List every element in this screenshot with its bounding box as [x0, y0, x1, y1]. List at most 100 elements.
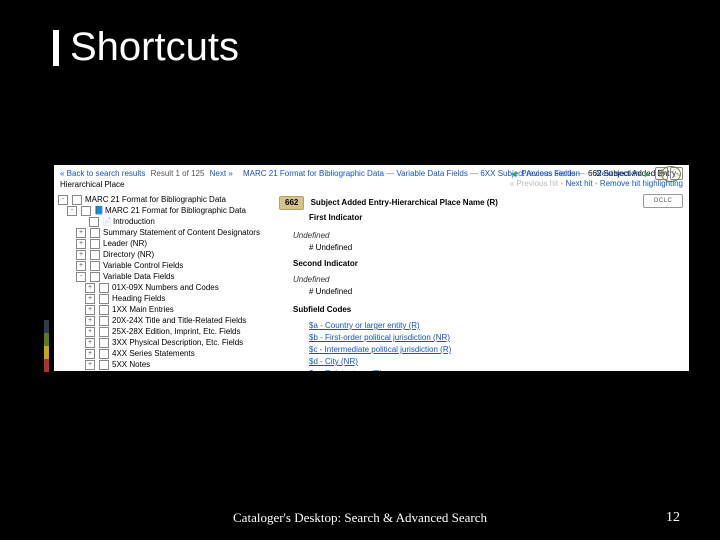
checkbox[interactable] — [72, 195, 82, 205]
collapse-icon[interactable]: - — [58, 195, 68, 205]
expand-icon[interactable]: + — [76, 250, 86, 260]
tree-node[interactable]: + Variable Control Fields — [58, 260, 273, 271]
checkbox[interactable] — [99, 316, 109, 326]
tree-node[interactable]: +3XX Physical Description, Etc. Fields — [58, 337, 273, 348]
tree-label: 4XX Series Statements — [112, 348, 195, 359]
tree-label: 3XX Physical Description, Etc. Fields — [112, 337, 243, 348]
subfield-link[interactable]: $e - Relator term (R) — [309, 368, 683, 371]
tree-node[interactable]: - Variable Data Fields — [58, 271, 273, 282]
next-hit-link[interactable]: Next hit — [565, 179, 592, 188]
tree-label: Heading Fields — [112, 293, 165, 304]
field-tag: 662 — [279, 196, 304, 210]
bc-seg-0[interactable]: MARC 21 Format for Bibliographic Data — [243, 169, 384, 178]
checkbox[interactable] — [99, 327, 109, 337]
second-indicator-label: Second Indicator — [293, 258, 683, 270]
tree-node[interactable]: + Heading Fields — [58, 293, 273, 304]
expand-icon[interactable]: + — [76, 228, 86, 238]
tree-label: 1XX Main Entries — [112, 304, 174, 315]
field-heading: Subject Added Entry-Hierarchical Place N… — [311, 198, 498, 207]
back-to-results-link[interactable]: « Back to search results — [60, 169, 145, 178]
second-undefined-line: # Undefined — [309, 286, 683, 298]
record-content: OCLC 662 Subject Added Entry-Hierarchica… — [273, 194, 689, 371]
second-undefined: Undefined — [293, 274, 683, 286]
first-undefined-line: # Undefined — [309, 242, 683, 254]
app-screenshot: « Back to search results Result 1 of 125… — [54, 165, 689, 371]
collapse-icon[interactable]: - — [67, 206, 77, 216]
subfield-link[interactable]: $d - City (NR) — [309, 356, 683, 368]
tree-node[interactable]: 📄Introduction — [58, 216, 273, 227]
checkbox[interactable] — [99, 349, 109, 359]
tree-node[interactable]: - 📘MARC 21 Format for Bibliographic Data — [58, 205, 273, 216]
tree-label: MARC 21 Format for Bibliographic Data — [105, 205, 246, 216]
tree-node[interactable]: +5XX Notes — [58, 359, 273, 370]
tree-node[interactable]: + Leader (NR) — [58, 238, 273, 249]
tree-label: 5XX Notes — [112, 359, 150, 370]
tree-node[interactable]: +4XX Series Statements — [58, 348, 273, 359]
tree-label: Introduction — [113, 216, 155, 227]
tree-node[interactable]: +01X-09X Numbers and Codes — [58, 282, 273, 293]
slide-number: 12 — [666, 510, 680, 526]
next-section-link[interactable]: Next section — [596, 169, 640, 178]
checkbox[interactable] — [90, 250, 100, 260]
subfield-link[interactable]: $c - Intermediate political jurisdiction… — [309, 344, 683, 356]
expand-icon[interactable]: + — [85, 294, 95, 304]
prev-section-link[interactable]: Previous section — [521, 169, 580, 178]
expand-icon[interactable]: + — [85, 338, 95, 348]
tree-label: Directory (NR) — [103, 249, 154, 260]
tree-label: 25X-28X Edition, Imprint, Etc. Fields — [112, 326, 241, 337]
checkbox[interactable] — [99, 305, 109, 315]
remove-highlight-link[interactable]: Remove hit highlighting — [600, 179, 683, 188]
checkbox[interactable] — [81, 206, 91, 216]
node-icon: 📘 — [94, 206, 103, 215]
tree-label: Summary Statement of Content Designators — [103, 227, 260, 238]
expand-icon[interactable]: + — [76, 239, 86, 249]
tree-node[interactable]: +1XX Main Entries — [58, 304, 273, 315]
tree-label: Leader (NR) — [103, 238, 147, 249]
tree-node[interactable]: + Directory (NR) — [58, 249, 273, 260]
first-undefined: Undefined — [293, 230, 683, 242]
prev-section-icon[interactable]: ◄ — [508, 168, 519, 179]
prev-hit: « Previous hit — [510, 179, 558, 188]
node-icon: 📄 — [102, 217, 111, 226]
first-indicator-label: First Indicator — [309, 212, 683, 224]
next-result-link[interactable]: Next » — [210, 169, 233, 178]
collapse-icon[interactable]: - — [76, 272, 86, 282]
expand-icon[interactable]: + — [85, 283, 95, 293]
tree-label: MARC 21 Format for Bibliographic Data — [85, 194, 226, 205]
checkbox[interactable] — [99, 294, 109, 304]
tree-node[interactable]: +25X-28X Edition, Imprint, Etc. Fields — [58, 326, 273, 337]
expand-icon[interactable]: + — [85, 327, 95, 337]
bc-seg-1[interactable]: Variable Data Fields — [396, 169, 467, 178]
expand-icon[interactable]: + — [76, 261, 86, 271]
expand-icon[interactable]: + — [85, 349, 95, 359]
tree-node[interactable]: - MARC 21 Format for Bibliographic Data — [58, 194, 273, 205]
expand-icon[interactable]: + — [85, 305, 95, 315]
checkbox[interactable] — [90, 228, 100, 238]
expand-icon[interactable]: + — [85, 316, 95, 326]
oclc-logo: OCLC — [643, 194, 683, 208]
next-section-icon[interactable]: ► — [642, 168, 653, 179]
accent-stripes — [44, 320, 49, 372]
subfield-link[interactable]: $b - First-order political jurisdiction … — [309, 332, 683, 344]
collapse-icon[interactable]: - — [85, 371, 95, 372]
checkbox[interactable] — [89, 217, 99, 227]
result-count: Result 1 of 125 — [151, 169, 205, 178]
checkbox[interactable] — [99, 338, 109, 348]
expand-icon[interactable]: + — [85, 360, 95, 370]
checkbox[interactable] — [99, 371, 109, 372]
checkbox[interactable] — [99, 360, 109, 370]
checkbox[interactable] — [90, 239, 100, 249]
tree-node[interactable]: +20X-24X Title and Title-Related Fields — [58, 315, 273, 326]
checkbox[interactable] — [90, 272, 100, 282]
tree-node[interactable]: -6XX Subject Access Fields — [58, 370, 273, 371]
subfield-codes-label: Subfield Codes — [293, 304, 683, 316]
subfield-link[interactable]: $a - Country or larger entity (R) — [309, 320, 683, 332]
checkbox[interactable] — [90, 261, 100, 271]
tree-node[interactable]: + Summary Statement of Content Designator… — [58, 227, 273, 238]
tree-label: Variable Data Fields — [103, 271, 174, 282]
slide-title: Shortcuts — [70, 25, 239, 70]
tree-label: Variable Control Fields — [103, 260, 183, 271]
checkbox[interactable] — [99, 283, 109, 293]
nav-tree[interactable]: -MARC 21 Format for Bibliographic Data-📘… — [54, 194, 273, 371]
slide-footer: Cataloger's Desktop: Search & Advanced S… — [0, 510, 720, 526]
